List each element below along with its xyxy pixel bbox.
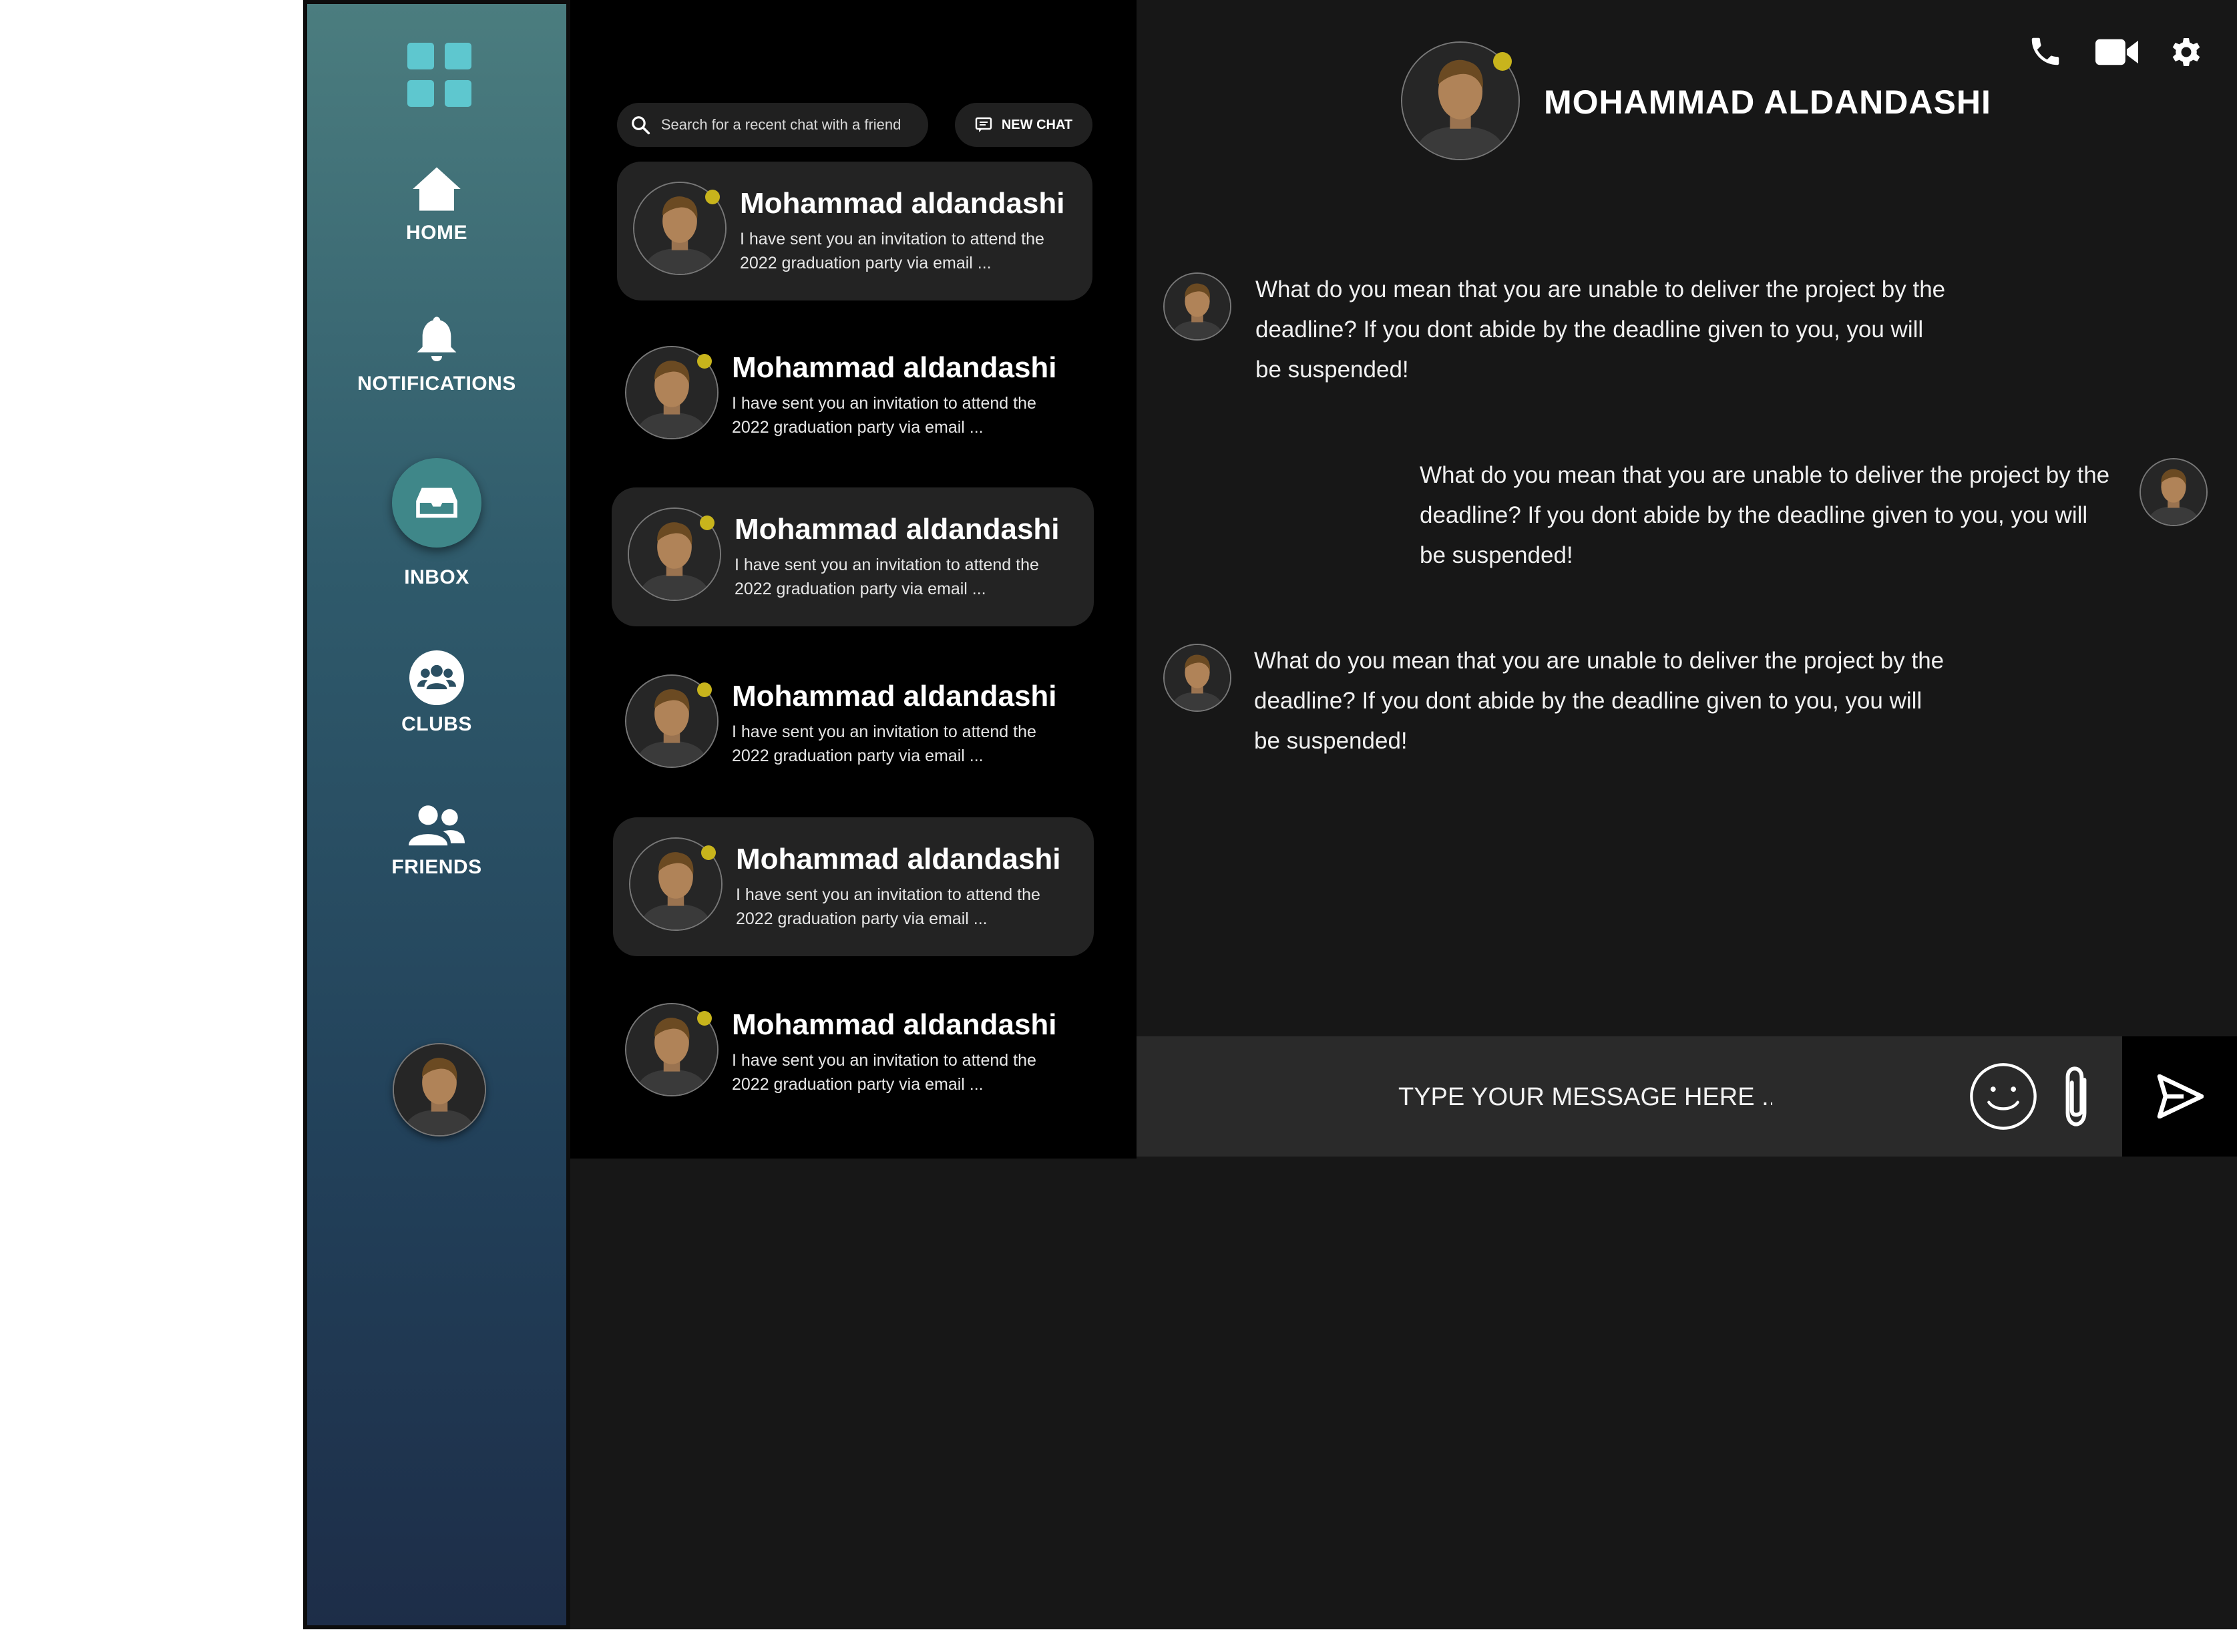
chat-preview: I have sent you an invitation to attend … bbox=[735, 556, 1039, 598]
chat-name: Mohammad aldandashi bbox=[732, 680, 1057, 712]
gear-icon[interactable] bbox=[2168, 33, 2205, 71]
message-composer bbox=[1137, 1036, 2122, 1157]
message-text: What do you mean that you are unable to … bbox=[1255, 276, 1946, 383]
new-chat-button[interactable]: NEW CHAT bbox=[955, 103, 1092, 147]
chat-list-item[interactable]: Mohammad aldandashi I have sent you an i… bbox=[612, 487, 1094, 626]
inbox-icon bbox=[416, 487, 457, 518]
online-status-dot bbox=[697, 682, 712, 697]
chat-name: Mohammad aldandashi bbox=[740, 187, 1065, 220]
search-bar[interactable] bbox=[617, 103, 928, 147]
send-button[interactable] bbox=[2122, 1036, 2237, 1157]
inbox-active-indicator bbox=[392, 458, 481, 548]
chat-list-item[interactable]: Mohammad aldandashi I have sent you an i… bbox=[609, 983, 1084, 1122]
online-status-dot bbox=[705, 190, 720, 204]
nav-inbox[interactable]: INBOX bbox=[307, 458, 566, 589]
search-input[interactable] bbox=[659, 116, 928, 134]
chat-preview: I have sent you an invitation to attend … bbox=[732, 722, 1036, 765]
paperclip-icon[interactable] bbox=[2059, 1063, 2093, 1130]
conversation-panel: MOHAMMAD ALDANDASHI What do you mean tha… bbox=[1137, 0, 2237, 1159]
chat-preview: I have sent you an invitation to attend … bbox=[732, 1051, 1036, 1094]
grid-logo-icon[interactable] bbox=[407, 43, 473, 108]
message-avatar bbox=[2140, 458, 2208, 526]
message-avatar bbox=[1163, 272, 1231, 341]
message-input[interactable] bbox=[1397, 1070, 1774, 1124]
chat-preview: I have sent you an invitation to attend … bbox=[736, 885, 1040, 928]
nav-clubs-label: CLUBS bbox=[401, 713, 472, 735]
clubs-icon bbox=[409, 650, 464, 705]
nav-notifications-label: NOTIFICATIONS bbox=[357, 373, 516, 395]
chat-preview: I have sent you an invitation to attend … bbox=[740, 230, 1044, 272]
user-avatar[interactable] bbox=[393, 1043, 486, 1137]
chat-list-item[interactable]: Mohammad aldandashi I have sent you an i… bbox=[609, 326, 1084, 465]
online-status-dot bbox=[700, 515, 715, 530]
nav-notifications[interactable]: NOTIFICATIONS bbox=[307, 315, 566, 395]
nav-home-label: HOME bbox=[406, 222, 467, 244]
new-chat-label: NEW CHAT bbox=[1001, 117, 1073, 132]
chat-list-panel: NEW CHAT Mohammad aldandashi I have sent… bbox=[570, 0, 1137, 1159]
message-text: What do you mean that you are unable to … bbox=[1420, 462, 2110, 568]
chat-preview: I have sent you an invitation to attend … bbox=[732, 394, 1036, 437]
friends-icon bbox=[409, 805, 465, 846]
emoji-icon[interactable] bbox=[1969, 1062, 2038, 1131]
nav-friends[interactable]: FRIENDS bbox=[307, 804, 566, 879]
home-icon bbox=[413, 167, 461, 211]
video-camera-icon[interactable] bbox=[2095, 37, 2138, 67]
nav-inbox-label: INBOX bbox=[404, 566, 469, 588]
chat-list-item[interactable]: Mohammad aldandashi I have sent you an i… bbox=[609, 654, 1084, 793]
chat-name: Mohammad aldandashi bbox=[736, 843, 1061, 875]
online-status-dot bbox=[697, 1011, 712, 1026]
sidebar: HOME NOTIFICATIONS INBOX CLUBS FRIENDS bbox=[303, 0, 570, 1629]
online-status-dot bbox=[1493, 52, 1512, 71]
send-icon bbox=[2157, 1074, 2204, 1118]
message-avatar bbox=[1163, 644, 1231, 712]
search-icon bbox=[632, 116, 650, 135]
phone-icon[interactable] bbox=[2027, 33, 2063, 69]
nav-friends-label: FRIENDS bbox=[391, 856, 482, 878]
nav-clubs[interactable]: CLUBS bbox=[307, 650, 566, 736]
chat-name: Mohammad aldandashi bbox=[732, 1008, 1057, 1041]
online-status-dot bbox=[701, 845, 716, 860]
chat-list-item[interactable]: Mohammad aldandashi I have sent you an i… bbox=[617, 162, 1092, 300]
new-chat-icon bbox=[975, 117, 992, 132]
nav-home[interactable]: HOME bbox=[307, 164, 566, 244]
online-status-dot bbox=[697, 354, 712, 369]
message-text: What do you mean that you are unable to … bbox=[1254, 648, 1945, 754]
chat-name: Mohammad aldandashi bbox=[735, 513, 1060, 546]
contact-name: MOHAMMAD ALDANDASHI bbox=[1544, 83, 1991, 121]
chat-name: Mohammad aldandashi bbox=[732, 351, 1057, 384]
bell-icon bbox=[417, 317, 457, 361]
chat-list-item[interactable]: Mohammad aldandashi I have sent you an i… bbox=[613, 817, 1094, 956]
